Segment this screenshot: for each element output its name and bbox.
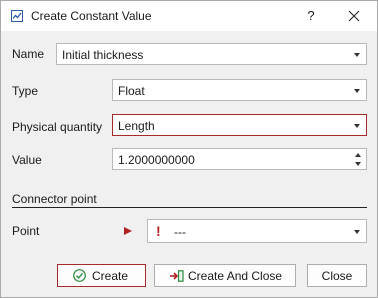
point-combobox[interactable]: ! --- [147,219,367,243]
window-close-button[interactable] [339,5,369,27]
spin-down-icon[interactable] [355,162,361,166]
spin-up-icon[interactable] [355,153,361,157]
chevron-down-icon [354,124,360,128]
connector-point-section-title: Connector point [12,192,97,206]
physical-quantity-value: Length [118,119,155,133]
name-combobox[interactable]: Initial thickness [56,43,367,65]
physical-quantity-label: Physical quantity [12,120,103,134]
type-combobox[interactable]: Float [112,79,367,101]
window-title: Create Constant Value [31,9,152,23]
warning-icon: ! [156,223,161,239]
title-bar: Create Constant Value ? [1,1,377,31]
type-label: Type [12,84,39,98]
value-label: Value [12,153,42,167]
create-and-close-button-label: Create And Close [188,269,283,283]
create-and-close-button[interactable]: Create And Close [154,264,296,287]
section-divider [12,207,367,208]
close-icon [348,10,360,22]
name-label: Name [12,47,45,61]
app-icon [11,10,23,22]
name-value: Initial thickness [62,48,144,62]
help-button[interactable]: ? [299,5,323,27]
check-circle-icon [73,269,86,282]
create-constant-value-dialog: Create Constant Value ? Name Initial thi… [0,0,378,298]
chevron-down-icon [354,89,360,93]
pointer-arrow-icon [124,227,132,235]
chevron-down-icon [354,230,360,234]
physical-quantity-combobox[interactable]: Length [112,114,367,136]
value-spinbox[interactable]: 1.2000000000 [112,148,367,170]
point-value: --- [174,225,186,239]
exit-arrow-icon [170,270,184,282]
create-button[interactable]: Create [57,264,146,287]
chevron-down-icon [354,53,360,57]
point-label: Point [12,224,40,238]
value-input-text: 1.2000000000 [118,153,195,167]
create-button-label: Create [92,269,129,283]
help-icon: ? [307,8,315,23]
close-button-label: Close [321,269,353,283]
close-button[interactable]: Close [307,264,367,287]
type-value: Float [118,84,145,98]
